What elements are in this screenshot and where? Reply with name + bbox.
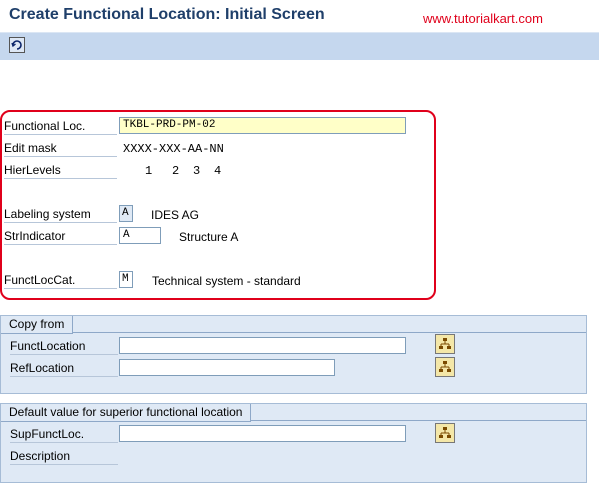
hier-levels-label: HierLevels <box>4 162 117 179</box>
watermark: www.tutorialkart.com <box>423 11 543 26</box>
superior-location-group: Default value for superior functional lo… <box>0 403 587 483</box>
ref-location-input[interactable] <box>119 359 335 376</box>
hier-level-2: 2 <box>172 164 180 178</box>
description-label: Description <box>10 448 118 465</box>
copy-from-title: Copy from <box>1 316 74 334</box>
functional-loc-input[interactable]: TKBL-PRD-PM-02 <box>119 117 406 134</box>
superior-location-title: Default value for superior functional lo… <box>1 404 252 422</box>
str-indicator-label: StrIndicator <box>4 228 117 245</box>
refresh-icon[interactable] <box>9 37 25 53</box>
funct-loc-cat-label: FunctLocCat. <box>4 272 117 289</box>
edit-mask-label: Edit mask <box>4 140 117 157</box>
sup-funct-loc-input[interactable] <box>119 425 406 442</box>
labeling-system-label: Labeling system <box>4 206 117 223</box>
ref-location-label: RefLocation <box>10 360 118 377</box>
hierarchy-icon[interactable] <box>435 357 455 377</box>
hierarchy-icon[interactable] <box>435 334 455 354</box>
edit-mask-value: XXXX-XXX-AA-NN <box>123 142 224 156</box>
labeling-system-text: IDES AG <box>151 208 200 222</box>
application-toolbar <box>0 32 599 60</box>
labeling-system-field: A <box>119 205 133 222</box>
str-indicator-input[interactable]: A <box>119 227 161 244</box>
hier-level-3: 3 <box>193 164 201 178</box>
sup-funct-loc-label: SupFunctLoc. <box>10 426 118 443</box>
group-divider <box>1 332 586 333</box>
funct-loc-cat-text: Technical system - standard <box>152 274 301 288</box>
funct-location-input[interactable] <box>119 337 406 354</box>
hier-level-4: 4 <box>214 164 222 178</box>
hierarchy-icon[interactable] <box>435 423 455 443</box>
hier-level-1: 1 <box>145 164 153 178</box>
page-title: Create Functional Location: Initial Scre… <box>9 6 325 23</box>
functional-loc-label: Functional Loc. <box>4 118 117 135</box>
str-indicator-text: Structure A <box>179 230 239 244</box>
funct-loc-cat-input[interactable]: M <box>119 271 133 288</box>
funct-location-label: FunctLocation <box>10 338 118 355</box>
